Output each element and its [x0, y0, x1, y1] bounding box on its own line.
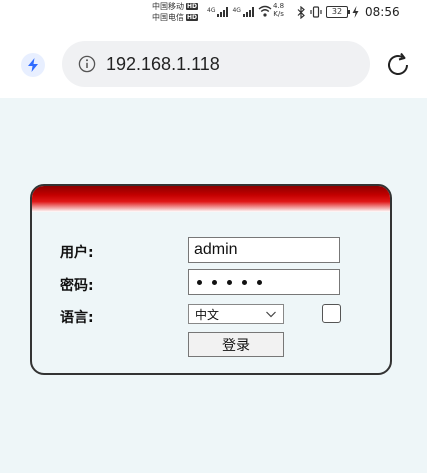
battery-icon: 32 — [326, 6, 350, 18]
reload-icon[interactable] — [383, 50, 413, 80]
carrier-info: 中国移动 HD 中国电信 HD — [152, 1, 199, 23]
network-speed: 4.8 K/s — [273, 2, 284, 18]
password-dot — [227, 279, 232, 285]
carrier-1-label: 中国移动 — [152, 2, 184, 11]
speed-unit: K/s — [273, 10, 284, 18]
network-type-1: 4G — [207, 7, 216, 14]
language-selected-value: 中文 — [195, 307, 220, 322]
vibrate-icon — [310, 6, 322, 18]
login-button[interactable]: 登录 — [188, 332, 284, 357]
remember-checkbox[interactable] — [322, 304, 341, 323]
bluetooth-icon — [297, 5, 305, 19]
carrier-2-label: 中国电信 — [152, 13, 184, 22]
password-dot — [242, 279, 247, 285]
password-dot — [212, 279, 217, 285]
browser-toolbar: 192.168.1.118 — [0, 26, 427, 98]
signal-1-icon: 4G — [207, 7, 229, 17]
wifi-icon — [258, 5, 272, 17]
network-type-2: 4G — [232, 7, 241, 14]
language-select[interactable]: 中文 — [188, 304, 284, 324]
clock: 08:56 — [365, 5, 400, 19]
signal-indicators: 4G 4G — [207, 5, 272, 17]
password-dot — [257, 279, 262, 285]
password-dot — [197, 279, 202, 285]
bolt-icon[interactable] — [21, 53, 45, 77]
url-text[interactable]: 192.168.1.118 — [106, 54, 220, 75]
charging-icon — [352, 6, 359, 18]
language-label: 语言: — [60, 310, 94, 326]
page-content: 用户: 密码: 语言: 中文 登录 — [0, 98, 427, 473]
hd-badge: HD — [186, 3, 199, 10]
signal-2-icon: 4G — [232, 7, 254, 17]
speed-value: 4.8 — [273, 2, 285, 10]
status-bar: 中国移动 HD 中国电信 HD 4G 4G 4.8 K/s 32 08:56 — [0, 0, 427, 26]
username-input[interactable] — [188, 237, 340, 263]
password-label: 密码: — [60, 278, 94, 294]
address-bar[interactable]: 192.168.1.118 — [62, 41, 370, 87]
login-header-bar — [32, 186, 390, 212]
status-right: 32 08:56 — [297, 5, 400, 19]
password-input[interactable] — [188, 269, 340, 295]
login-panel: 用户: 密码: 语言: 中文 登录 — [30, 184, 392, 375]
username-label: 用户: — [60, 245, 94, 261]
hd-badge-2: HD — [186, 14, 199, 21]
chevron-down-icon — [266, 311, 276, 318]
info-icon[interactable] — [78, 55, 96, 73]
